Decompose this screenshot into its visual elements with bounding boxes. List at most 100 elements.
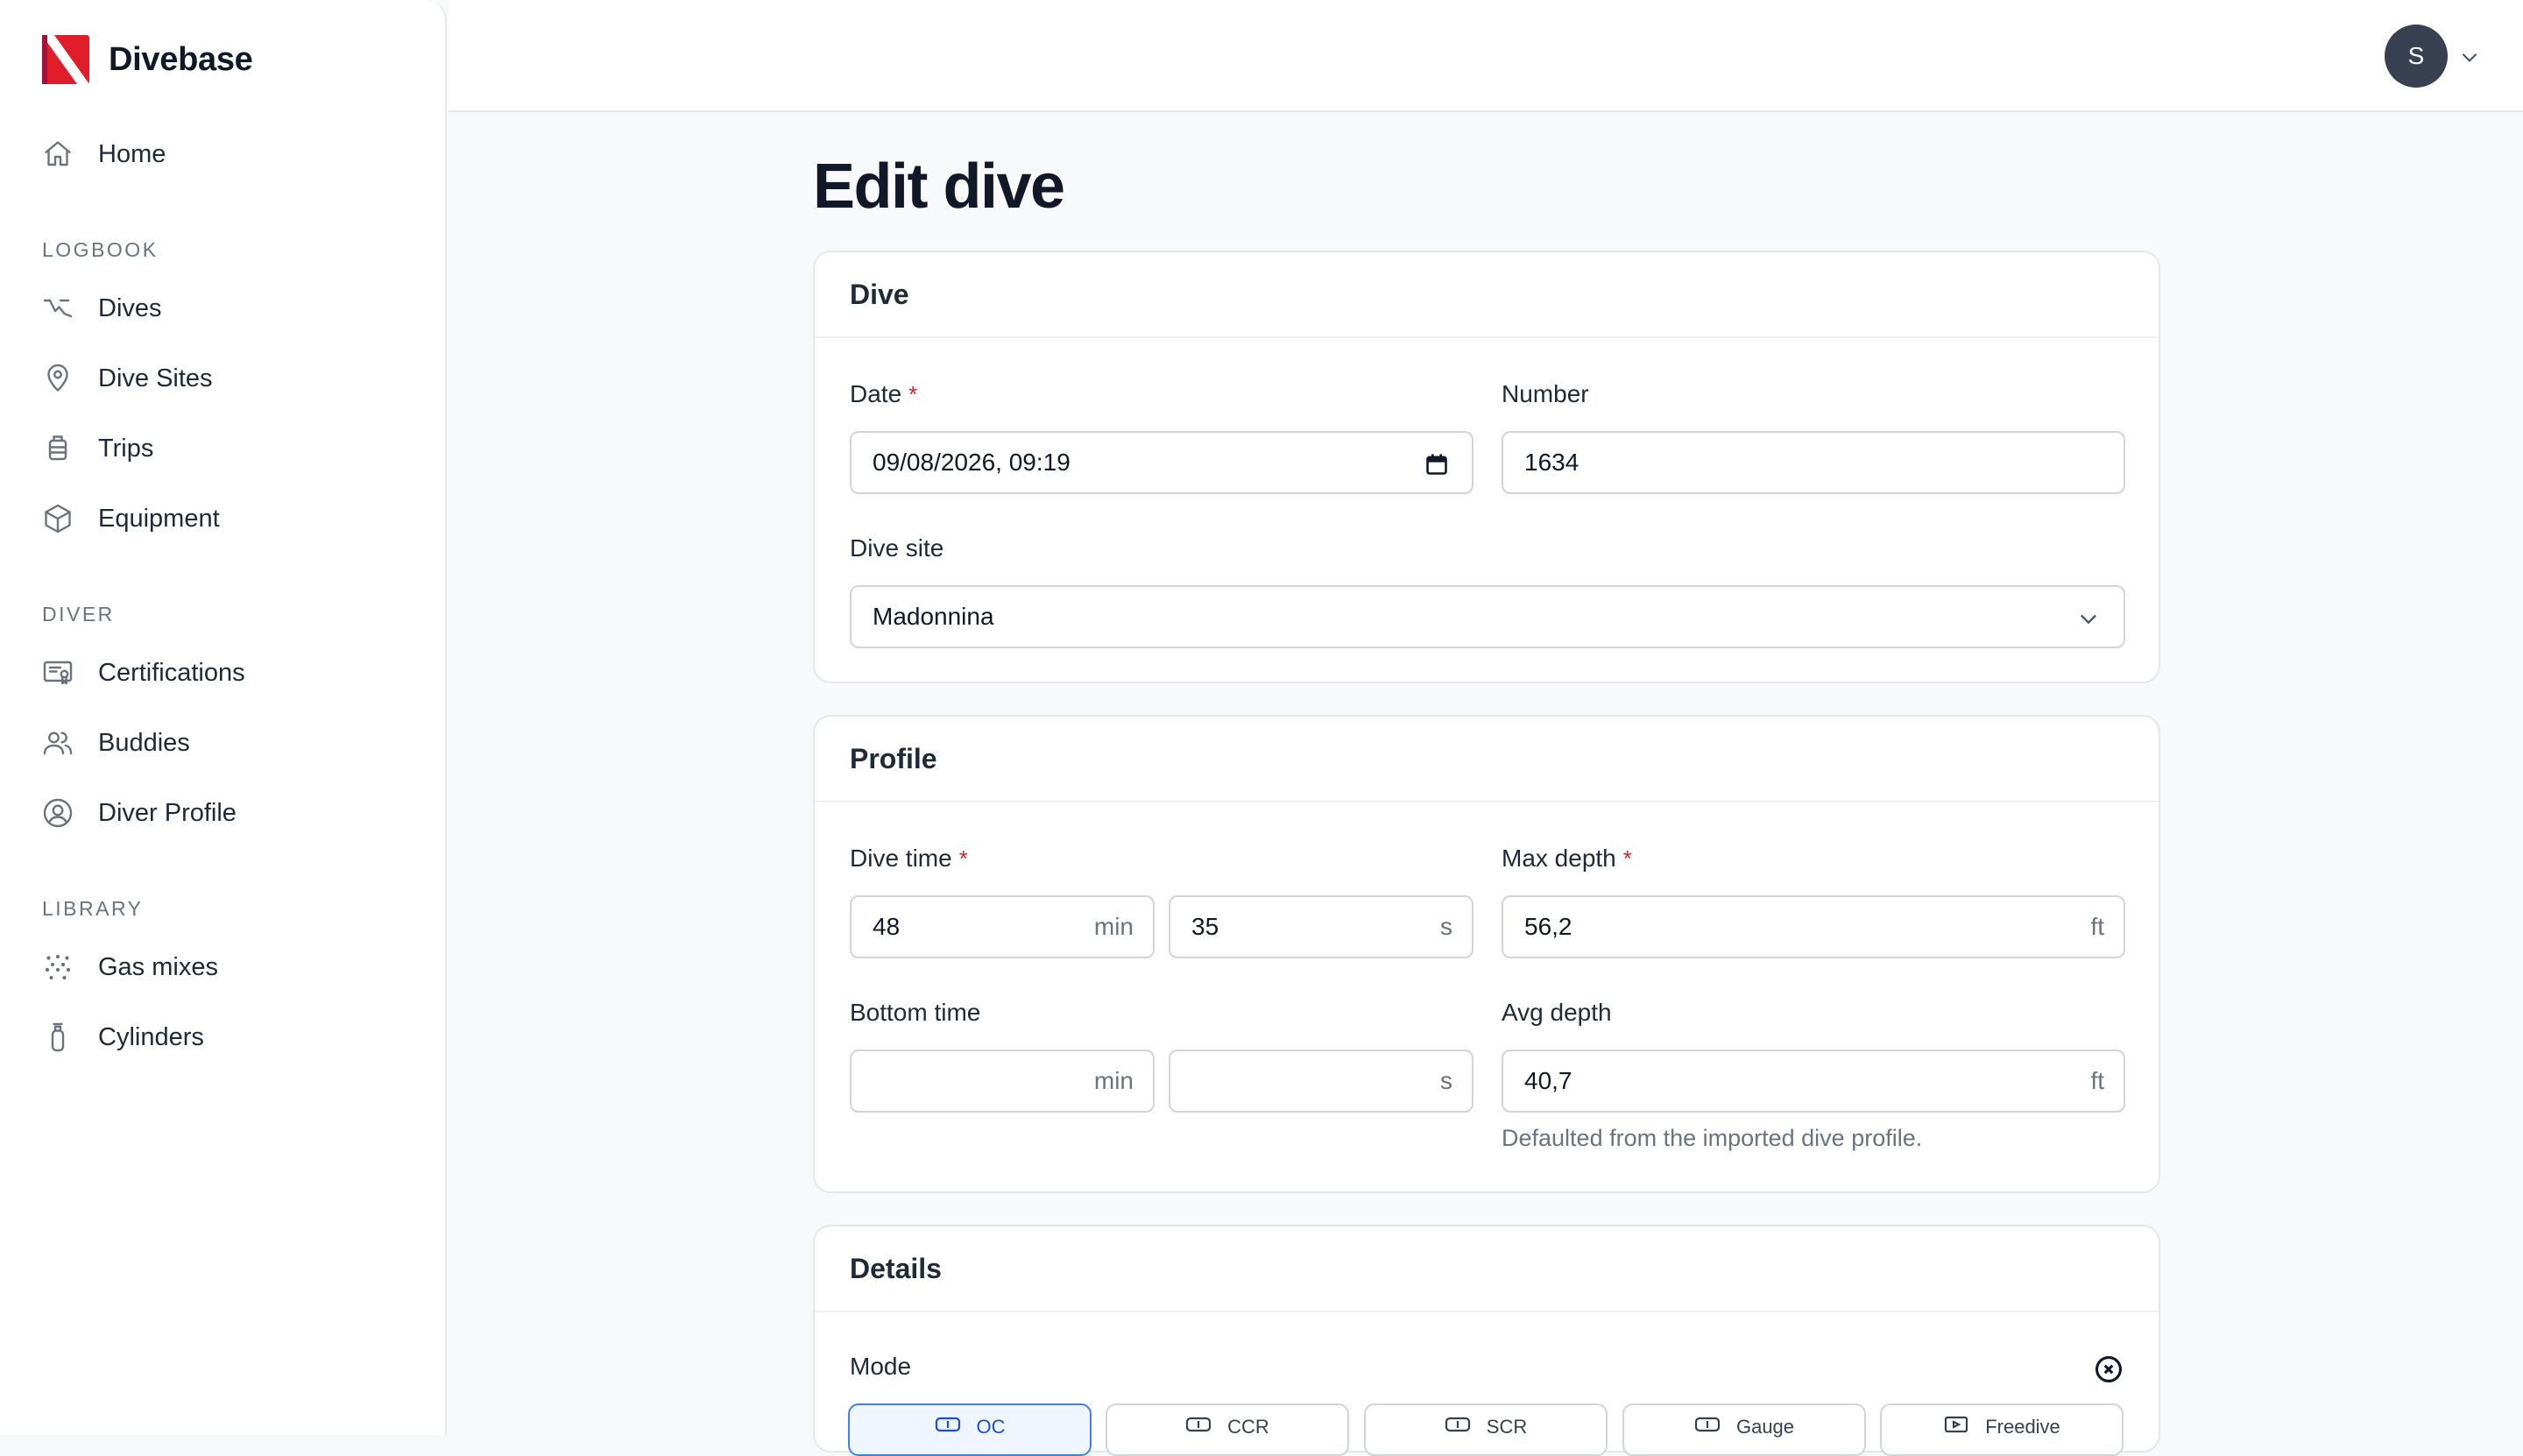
dive-site-value: Madonnina <box>873 603 994 630</box>
required-mark: * <box>1622 845 1632 872</box>
sidebar-item-label: Diver Profile <box>98 798 237 827</box>
dive-card: Dive Date * 09/08/2026, 09:19 Number 1634… <box>813 251 2160 683</box>
dive-time-minutes-value: 48 <box>873 913 901 940</box>
unit-label: ft <box>2090 913 2104 940</box>
unit-label: min <box>1093 1067 1134 1094</box>
unit-label: s <box>1440 913 1452 940</box>
clear-icon[interactable] <box>2094 1354 2124 1384</box>
box-icon <box>42 503 74 534</box>
top-bar: S <box>449 0 2523 112</box>
mask-icon <box>1445 1416 1471 1433</box>
home-icon <box>42 138 74 170</box>
date-label-text: Date <box>850 380 902 407</box>
users-icon <box>42 727 74 759</box>
certificate-icon <box>42 657 74 689</box>
dive-time-minutes-input[interactable]: 48 min <box>850 895 1155 958</box>
sidebar-item-dives[interactable]: Dives <box>42 282 162 335</box>
brand-name: Divebase <box>109 40 253 78</box>
dive-site-select[interactable]: Madonnina <box>850 585 2125 648</box>
sidebar-item-home[interactable]: Home <box>42 128 166 180</box>
mode-option-label: OC <box>976 1416 1006 1438</box>
mode-option-ccr[interactable]: CCR <box>1106 1403 1349 1456</box>
date-input[interactable]: 09/08/2026, 09:19 <box>850 431 1474 494</box>
luggage-icon <box>42 433 74 464</box>
max-depth-label: Max depth * <box>1502 845 1632 873</box>
sidebar-item-dive-sites[interactable]: Dive Sites <box>42 352 213 405</box>
unit-label: min <box>1093 913 1134 940</box>
user-circle-icon <box>42 797 74 829</box>
sidebar-item-diver-profile[interactable]: Diver Profile <box>42 787 237 839</box>
mode-option-scr[interactable]: SCR <box>1364 1403 1608 1456</box>
chevron-down-icon[interactable] <box>2458 46 2481 68</box>
dots-grid-icon <box>42 951 74 983</box>
dive-time-seconds-input[interactable]: 35 s <box>1169 895 1474 958</box>
mask-icon <box>935 1416 961 1433</box>
chevron-down-icon <box>2081 614 2096 625</box>
section-label-library: LIBRARY <box>42 897 144 920</box>
section-label-diver: DIVER <box>42 603 115 626</box>
dive-profile-icon <box>42 293 74 324</box>
mode-option-label: Gauge <box>1735 1416 1795 1438</box>
sidebar-item-certifications[interactable]: Certifications <box>42 647 245 699</box>
bottom-time-seconds-input[interactable]: s <box>1169 1050 1474 1113</box>
sidebar-item-label: Certifications <box>98 658 245 687</box>
card-title: Profile <box>815 717 2159 802</box>
calendar-icon[interactable] <box>1424 452 1449 477</box>
bottom-time-label: Bottom time <box>850 999 981 1026</box>
mask-icon <box>1185 1416 1212 1433</box>
sidebar-item-equipment[interactable]: Equipment <box>42 492 220 545</box>
mask-icon <box>1694 1416 1721 1433</box>
sidebar-item-gas-mixes[interactable]: Gas mixes <box>42 941 218 993</box>
sidebar: Divebase Home LOGBOOK Dives Dive Sites T… <box>0 0 447 1435</box>
avg-depth-value: 40,7 <box>1524 1067 1572 1094</box>
max-depth-input[interactable]: 56,2 ft <box>1502 895 2125 958</box>
mode-option-label: CCR <box>1227 1416 1269 1438</box>
sidebar-item-label: Dive Sites <box>98 364 213 392</box>
unit-label: ft <box>2090 1067 2104 1094</box>
card-title: Details <box>815 1226 2159 1312</box>
screen-icon <box>1943 1416 1969 1433</box>
avg-depth-input[interactable]: 40,7 ft <box>1502 1050 2125 1113</box>
divebase-logo-icon <box>42 35 89 84</box>
dive-time-label: Dive time * <box>850 845 968 873</box>
sidebar-item-cylinders[interactable]: Cylinders <box>42 1011 204 1064</box>
sidebar-item-label: Buddies <box>98 728 190 757</box>
number-input[interactable]: 1634 <box>1502 431 2125 494</box>
sidebar-item-label: Gas mixes <box>98 952 218 981</box>
mode-option-gauge[interactable]: Gauge <box>1622 1403 1866 1456</box>
unit-label: s <box>1440 1067 1452 1094</box>
card-title: Dive <box>815 252 2159 338</box>
max-depth-label-text: Max depth <box>1502 845 1616 872</box>
required-mark: * <box>908 381 918 407</box>
dive-time-seconds-value: 35 <box>1191 913 1219 940</box>
section-label-logbook: LOGBOOK <box>42 238 159 261</box>
mode-option-label: Freedive <box>1985 1416 2060 1438</box>
page-title: Edit dive <box>813 152 1065 222</box>
required-mark: * <box>958 845 968 872</box>
sidebar-item-buddies[interactable]: Buddies <box>42 717 190 769</box>
number-value: 1634 <box>1524 449 1580 476</box>
sidebar-item-label: Equipment <box>98 504 220 533</box>
sidebar-item-label: Cylinders <box>98 1022 204 1051</box>
sidebar-item-label: Dives <box>98 293 162 322</box>
mode-label: Mode <box>850 1353 912 1380</box>
date-label: Date * <box>850 380 917 408</box>
sidebar-item-label: Home <box>98 139 166 168</box>
map-pin-icon <box>42 363 74 394</box>
avg-depth-label: Avg depth <box>1502 999 1612 1026</box>
bottom-time-minutes-input[interactable]: min <box>850 1050 1155 1113</box>
number-label: Number <box>1502 380 1589 407</box>
cylinder-icon <box>42 1021 74 1053</box>
mode-option-oc[interactable]: OC <box>848 1403 1092 1456</box>
avatar[interactable]: S <box>2385 25 2448 88</box>
mode-option-freedive[interactable]: Freedive <box>1880 1403 2124 1456</box>
max-depth-value: 56,2 <box>1524 913 1572 940</box>
mode-option-label: SCR <box>1486 1416 1528 1438</box>
brand[interactable]: Divebase <box>42 35 253 84</box>
sidebar-item-label: Trips <box>98 434 154 463</box>
profile-card: Profile Dive time * 48 min 35 s Max depth… <box>813 715 2160 1193</box>
avg-depth-hint: Defaulted from the imported dive profile… <box>1502 1125 1923 1151</box>
sidebar-item-trips[interactable]: Trips <box>42 422 153 475</box>
dive-time-label-text: Dive time <box>850 845 952 872</box>
date-value: 09/08/2026, 09:19 <box>873 449 1071 476</box>
